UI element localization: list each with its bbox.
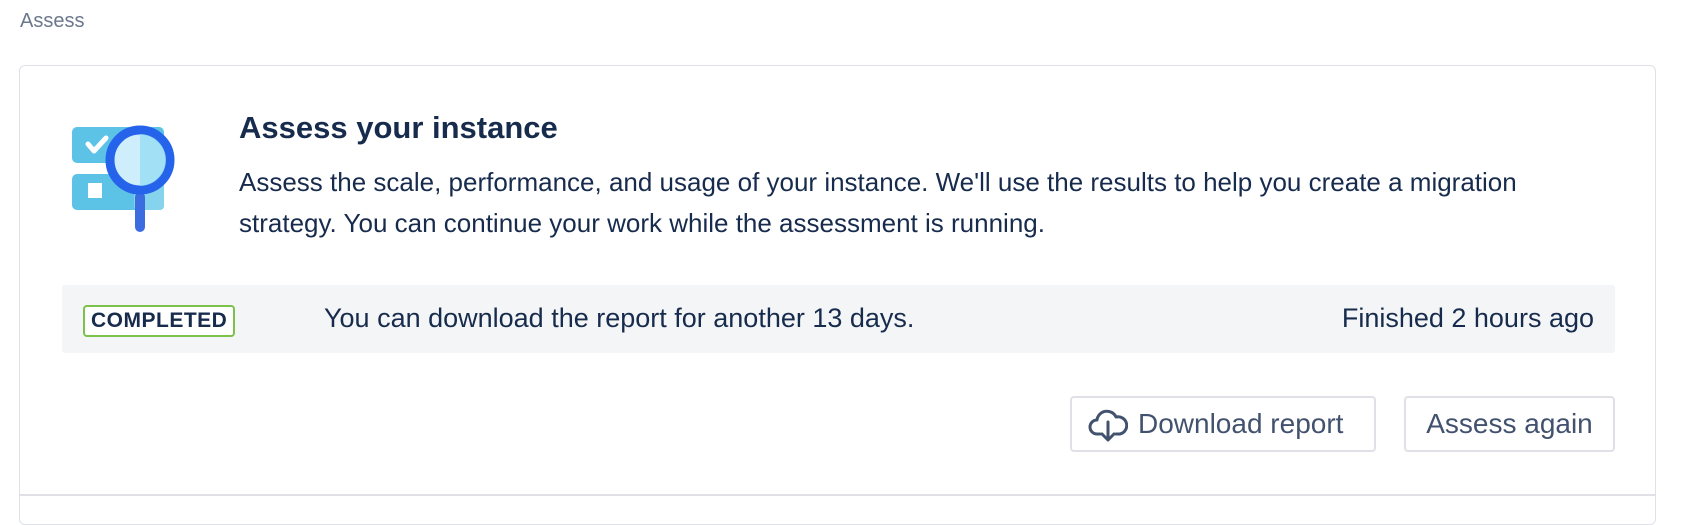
card-description: Assess the scale, performance, and usage… [239,167,1517,238]
download-report-label: Download report [1138,408,1344,439]
assess-again-button[interactable]: Assess again [1404,396,1615,452]
cloud-download-icon [1088,404,1128,444]
breadcrumb[interactable]: Assess [20,10,84,33]
status-bar: COMPLETED You can download the report fo… [62,285,1615,353]
assess-again-label: Assess again [1426,408,1593,439]
assessment-illustration-icon [72,120,202,240]
finished-timestamp: Finished 2 hours ago [1341,303,1594,333]
status-lozenge: COMPLETED [83,305,236,337]
download-report-button[interactable]: Download report [1070,396,1376,452]
card-title: Assess your instance [239,110,558,145]
divider [19,494,1656,496]
status-message: You can download the report for another … [324,303,915,333]
assessment-card: Assess your instance Assess the scale, p… [19,65,1656,525]
